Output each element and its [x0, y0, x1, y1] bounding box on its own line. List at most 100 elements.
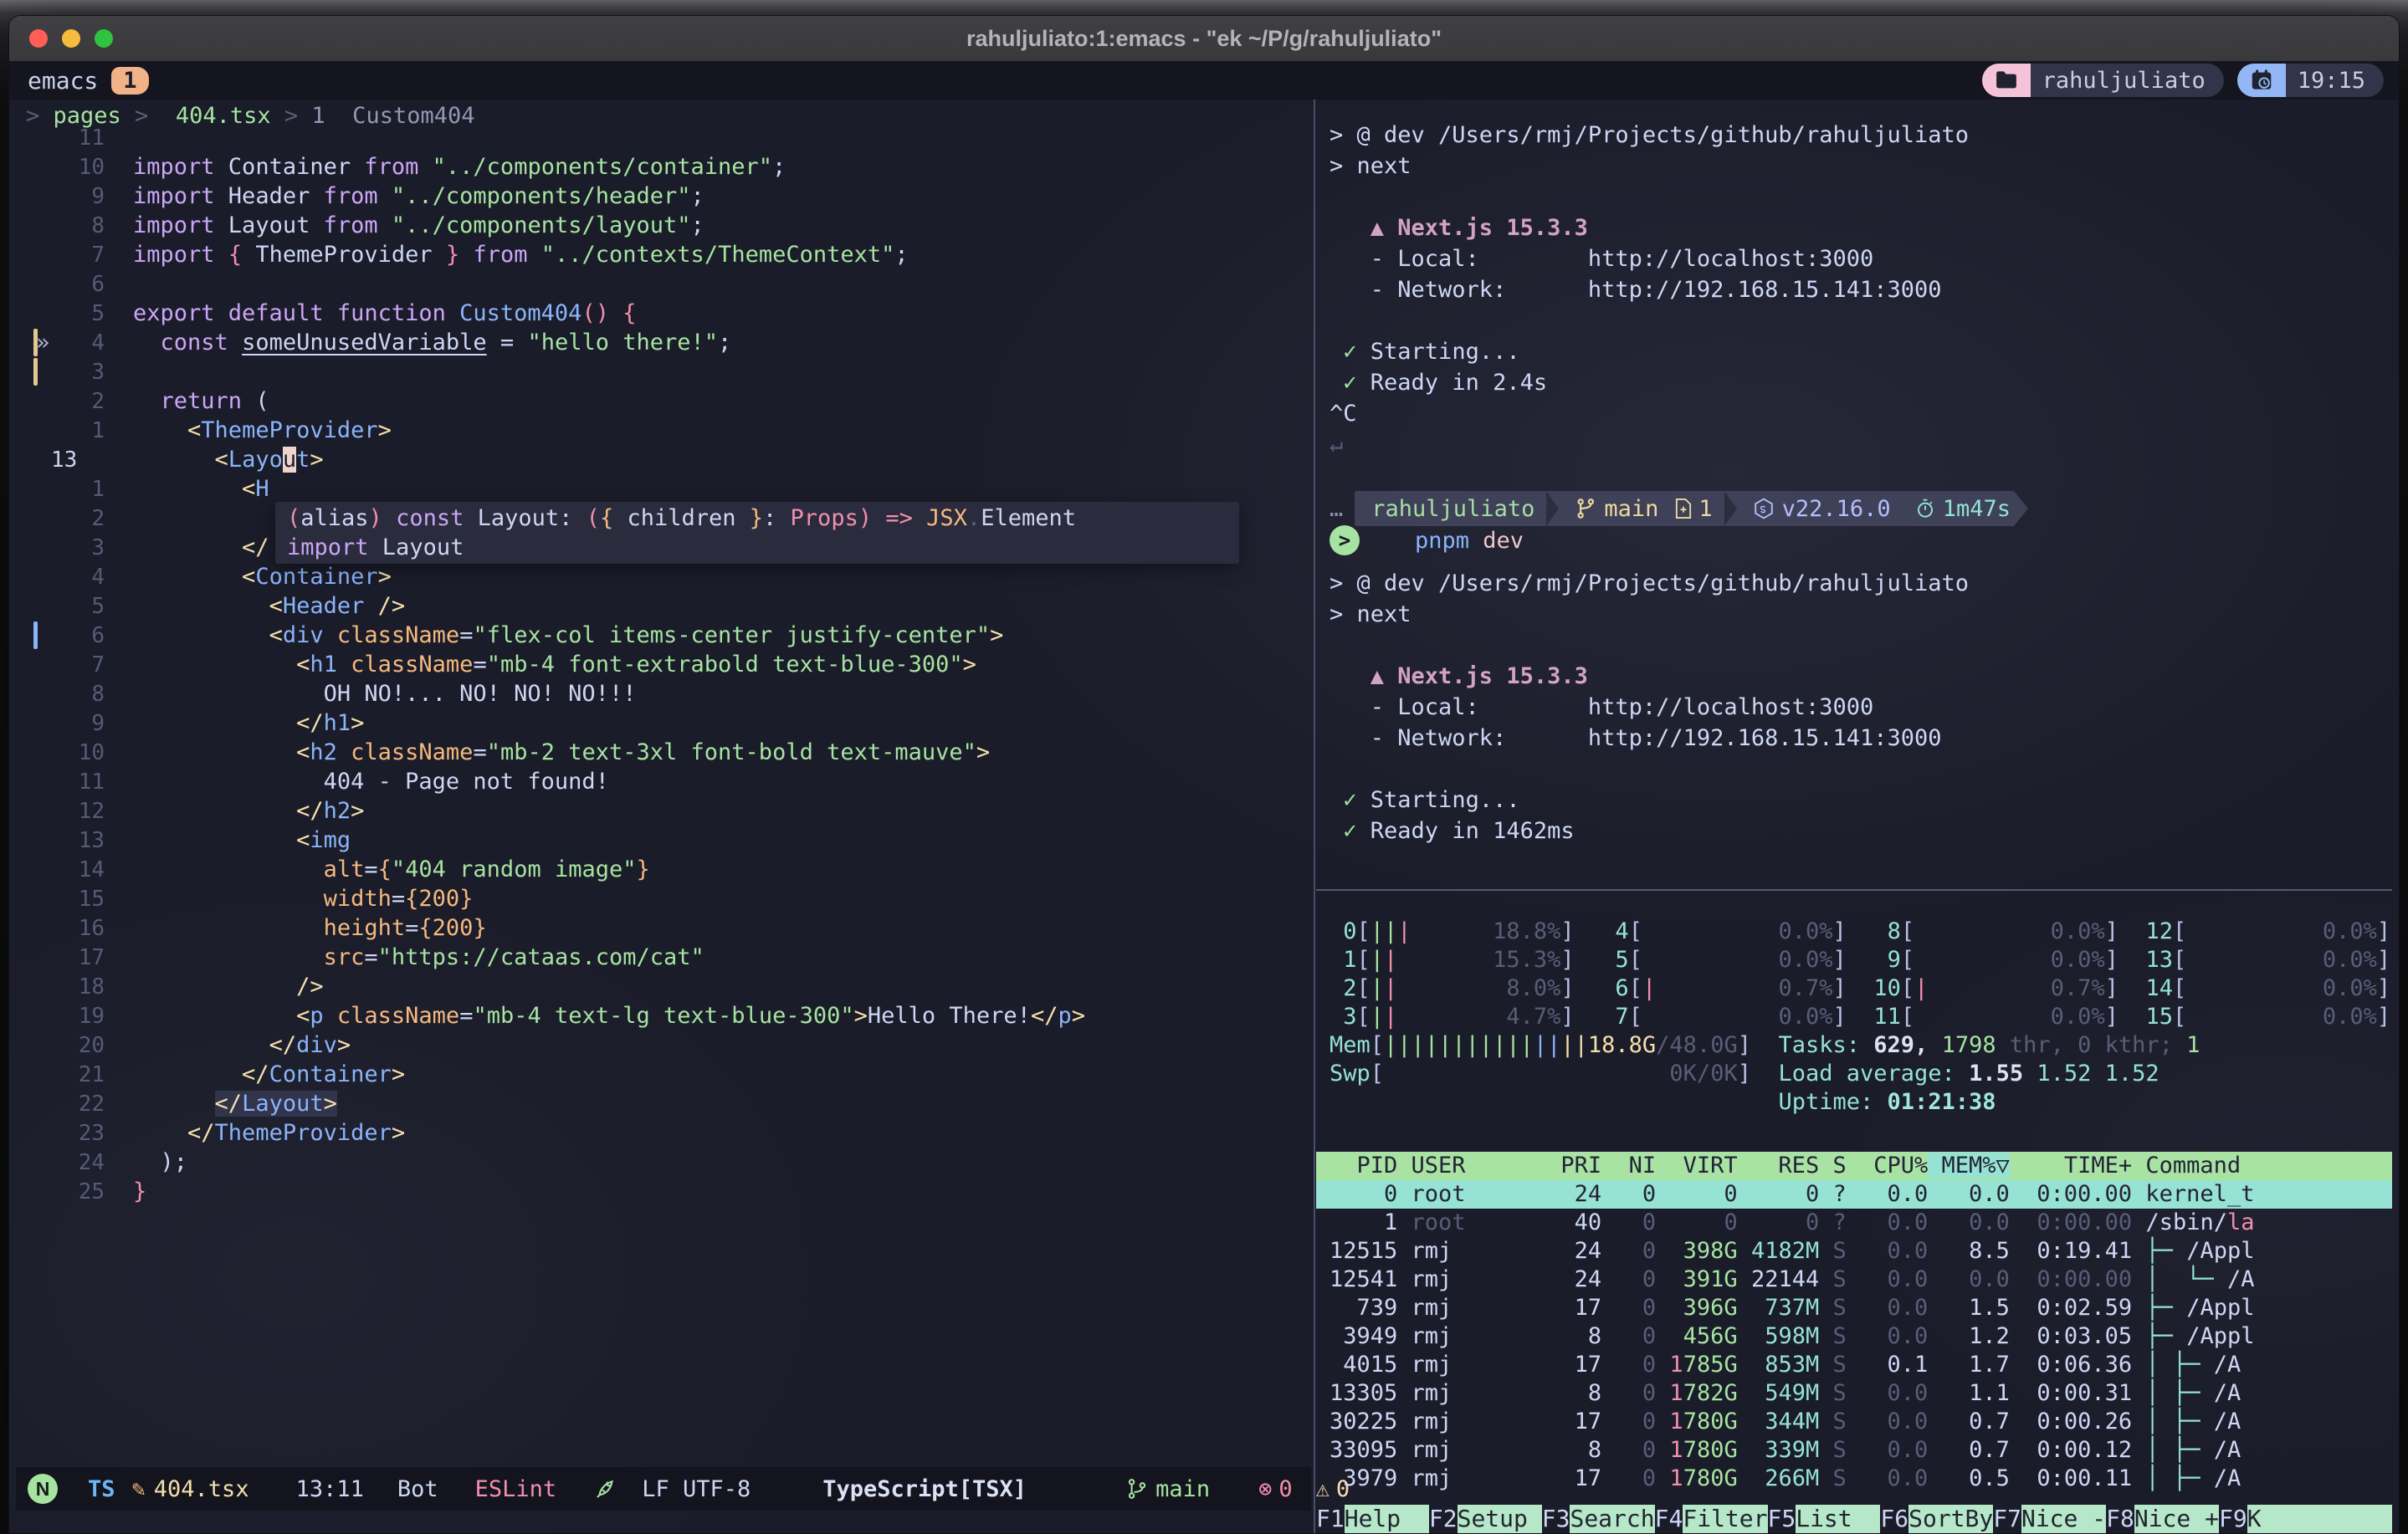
- text-segment: 853M: [1738, 1352, 1820, 1378]
- tmux-status-bar: emacs 1 rahuljuliato 19:15: [9, 61, 2399, 100]
- text-segment: 1: [1669, 1409, 1683, 1434]
- text-segment: MEM%▽: [1928, 1153, 2010, 1179]
- code-editor[interactable]: 1110import Container from "../components…: [16, 123, 1311, 1206]
- text-segment: 18.8G: [1588, 1032, 1656, 1058]
- text-segment: =: [473, 739, 486, 765]
- folder-icon: [1982, 64, 2031, 97]
- text-segment: 0.0%: [2323, 918, 2377, 944]
- fkey-action-sortby[interactable]: SortBy: [1908, 1505, 1993, 1533]
- emacs-pane[interactable]: > pages > 404.tsx > 1 Custom404 1110impo…: [16, 100, 1311, 1533]
- tmux-window-index-badge[interactable]: 1: [111, 67, 148, 95]
- text-segment: 0.0: [1847, 1266, 1929, 1292]
- fkey-number: F7: [1993, 1505, 2021, 1533]
- text-segment: [: [1901, 975, 1914, 1001]
- process-row[interactable]: 4015 rmj 17 0 1785G 853M S 0.1 1.7 0:06.…: [1316, 1351, 2392, 1379]
- close-button[interactable]: [29, 29, 48, 48]
- fkey-action-nice-[interactable]: Nice -: [2021, 1505, 2106, 1533]
- tmux-session-window[interactable]: emacs: [28, 67, 98, 95]
- text-segment: 0: [1330, 918, 1357, 944]
- fkey-action-search[interactable]: Search: [1570, 1505, 1654, 1533]
- process-row[interactable]: 12541 rmj 24 0 391G 22144 S 0.0 0.0 0:00…: [1316, 1266, 2392, 1294]
- pane-divider-horizontal[interactable]: [1316, 889, 2392, 891]
- process-row[interactable]: 30225 rmj 17 0 1780G 344M S 0.0 0.7 0:00…: [1316, 1408, 2392, 1436]
- text-segment: 0.0: [1847, 1323, 1929, 1349]
- buffer-name[interactable]: 404.tsx: [154, 1476, 249, 1502]
- text-segment: [133, 1061, 242, 1087]
- text-segment: from: [324, 212, 378, 238]
- text-segment: 14: [2146, 975, 2174, 1001]
- text-segment: 12: [2145, 918, 2173, 944]
- text-segment: [: [2173, 975, 2186, 1001]
- text-segment: thr, 0 kthr;: [1996, 1032, 2187, 1058]
- code-line: 10import Container from "../components/c…: [16, 152, 1311, 182]
- error-count[interactable]: ⊗0: [1258, 1476, 1293, 1502]
- text-segment: S: [1819, 1295, 1847, 1321]
- text-segment: 0.0: [1847, 1238, 1929, 1264]
- text-segment: 8: [1479, 1323, 1601, 1349]
- htop-process-table[interactable]: PID USER PRI NI VIRT RES S CPU% MEM%▽ TI…: [1316, 1152, 2392, 1493]
- text-segment: 8.5: [1928, 1238, 2010, 1264]
- text-segment: >: [378, 564, 392, 590]
- process-row[interactable]: 3949 rmj 8 0 456G 598M S 0.0 1.2 0:03.05…: [1316, 1322, 2392, 1351]
- text-segment: Mem: [1330, 1032, 1371, 1058]
- text-segment: img: [310, 827, 351, 853]
- fkey-action-help[interactable]: Help: [1345, 1505, 1429, 1533]
- text-segment: [1575, 947, 1602, 973]
- line-number: 10: [16, 153, 118, 182]
- terminal-line: > @ dev /Users/rmj/Projects/github/rahul…: [1330, 568, 2392, 599]
- text-segment: [2119, 975, 2146, 1001]
- fkey-action-filter[interactable]: Filter: [1683, 1505, 1767, 1533]
- table-header-row[interactable]: PID USER PRI NI VIRT RES S CPU% MEM%▽ TI…: [1316, 1152, 2392, 1180]
- text-segment: .: [967, 505, 981, 531]
- process-row[interactable]: 13305 rmj 8 0 1782G 549M S 0.0 1.1 0:00.…: [1316, 1379, 2392, 1408]
- text-segment: /A: [2227, 1266, 2255, 1292]
- line-number: 10: [16, 739, 118, 768]
- clock-pill[interactable]: 19:15: [2237, 64, 2384, 97]
- text-segment: 01:21:38: [1887, 1089, 1996, 1115]
- text-segment: /A: [2214, 1352, 2241, 1378]
- text-segment: [1656, 1380, 1669, 1406]
- fkey-action-list[interactable]: List: [1796, 1505, 1880, 1533]
- code-line: 21 </Container>: [16, 1060, 1311, 1089]
- directory-pill[interactable]: rahuljuliato: [1982, 64, 2224, 97]
- pane-divider-vertical[interactable]: [1314, 100, 1315, 1533]
- fkey-action-nice-[interactable]: Nice +: [2134, 1505, 2219, 1533]
- text-segment: "flex-col items-center justify-center": [473, 622, 990, 648]
- zoom-button[interactable]: [95, 29, 113, 48]
- text-segment: children: [613, 505, 750, 531]
- git-branch-indicator[interactable]: main: [1125, 1476, 1210, 1502]
- text-segment: 0: [1656, 1209, 1738, 1235]
- process-row[interactable]: 33095 rmj 8 0 1780G 339M S 0.0 0.7 0:00.…: [1316, 1436, 2392, 1465]
- major-mode[interactable]: TypeScript[TSX]: [822, 1476, 1027, 1502]
- text-segment: 0.0%: [1779, 947, 1833, 973]
- text-segment: 24: [1479, 1266, 1601, 1292]
- text-segment: </: [187, 1120, 215, 1146]
- text-segment: H: [255, 476, 269, 502]
- text-segment: t: [296, 447, 310, 473]
- process-row[interactable]: 739 rmj 17 0 396G 737M S 0.0 1.5 0:02.59…: [1316, 1294, 2392, 1322]
- terminal-pane[interactable]: > @ dev /Users/rmj/Projects/github/rahul…: [1316, 100, 2392, 1533]
- process-row[interactable]: 12515 rmj 24 0 398G 4182M S 0.0 8.5 0:19…: [1316, 1237, 2392, 1266]
- text-segment: 398G: [1656, 1238, 1738, 1264]
- linter-label[interactable]: ESLint: [475, 1476, 557, 1502]
- process-row[interactable]: 1 root 40 0 0 0 ? 0.0 0.0 0:00.00 /sbin/…: [1316, 1209, 2392, 1237]
- text-segment: Layo: [228, 447, 283, 473]
- text-segment: className: [337, 1003, 459, 1029]
- minimize-button[interactable]: [62, 29, 80, 48]
- text-segment: [: [1901, 918, 1914, 944]
- text-segment: const: [396, 505, 464, 531]
- text-segment: 4015 rmj: [1330, 1352, 1479, 1378]
- text-segment: =: [364, 856, 377, 882]
- prompt-git-branch: main: [1574, 496, 1658, 522]
- segment-separator-icon: [1546, 491, 1559, 526]
- process-row[interactable]: 3979 rmj 17 0 1780G 266M S 0.0 0.5 0:00.…: [1316, 1465, 2392, 1493]
- line-number: 6: [16, 270, 118, 299]
- text-segment: 200: [433, 915, 474, 941]
- text-segment: h2: [324, 798, 351, 824]
- text-segment: const: [161, 330, 228, 355]
- text-segment: 24: [1479, 1238, 1601, 1264]
- fkey-action-k[interactable]: K: [2247, 1505, 2392, 1533]
- process-row[interactable]: 0 root 24 0 0 0 ? 0.0 0.0 0:00.00 kernel…: [1316, 1180, 2392, 1209]
- clock-time: 19:15: [2286, 68, 2384, 94]
- fkey-action-setup[interactable]: Setup: [1458, 1505, 1542, 1533]
